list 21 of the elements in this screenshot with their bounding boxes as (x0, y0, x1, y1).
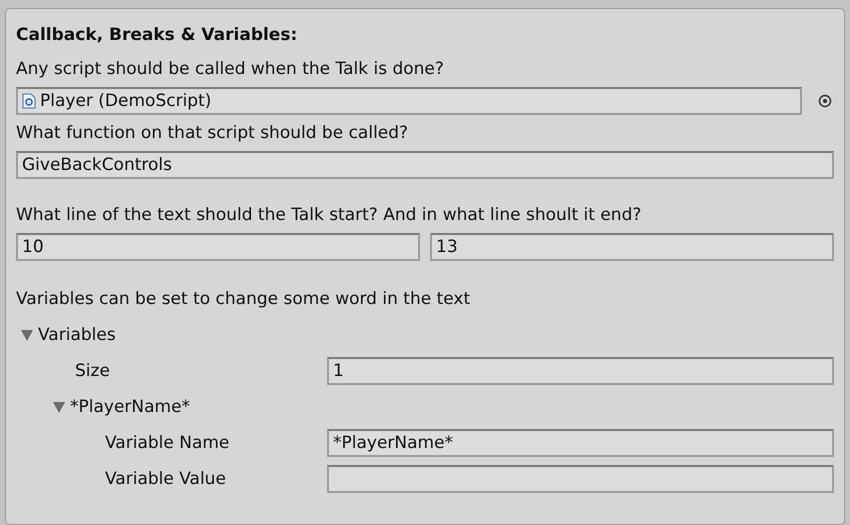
field-label: Any script should be called when the Talk is done? (16, 58, 445, 81)
text-field[interactable] (327, 465, 834, 493)
variables-foldout[interactable]: Variables (20, 325, 116, 345)
field-label: What line of the text should the Talk start? And in what line shoult it end? (16, 204, 642, 227)
expanded-triangle-icon (52, 400, 66, 414)
property-label: Variable Name (105, 433, 230, 453)
start-line-field[interactable]: 10 (16, 233, 420, 261)
text-field[interactable]: *PlayerName* (327, 429, 834, 457)
property-label: Size (75, 361, 111, 381)
script-icon (22, 93, 36, 109)
text-field[interactable]: 1 (327, 357, 834, 385)
end-line-field[interactable]: 13 (430, 233, 834, 261)
property-label: Variable Value (105, 469, 227, 489)
text-field[interactable]: GiveBackControls (16, 151, 834, 179)
element-foldout[interactable]: *PlayerName* (52, 397, 190, 417)
field-label: What function on that script should be called? (16, 122, 410, 145)
expanded-triangle-icon (20, 328, 34, 342)
section-title: Callback, Breaks & Variables: (16, 24, 298, 47)
object-picker-icon[interactable] (818, 94, 832, 108)
field-label: Variables can be set to change some word in the text (16, 288, 472, 311)
object-field[interactable]: Player (DemoScript) (16, 87, 802, 115)
